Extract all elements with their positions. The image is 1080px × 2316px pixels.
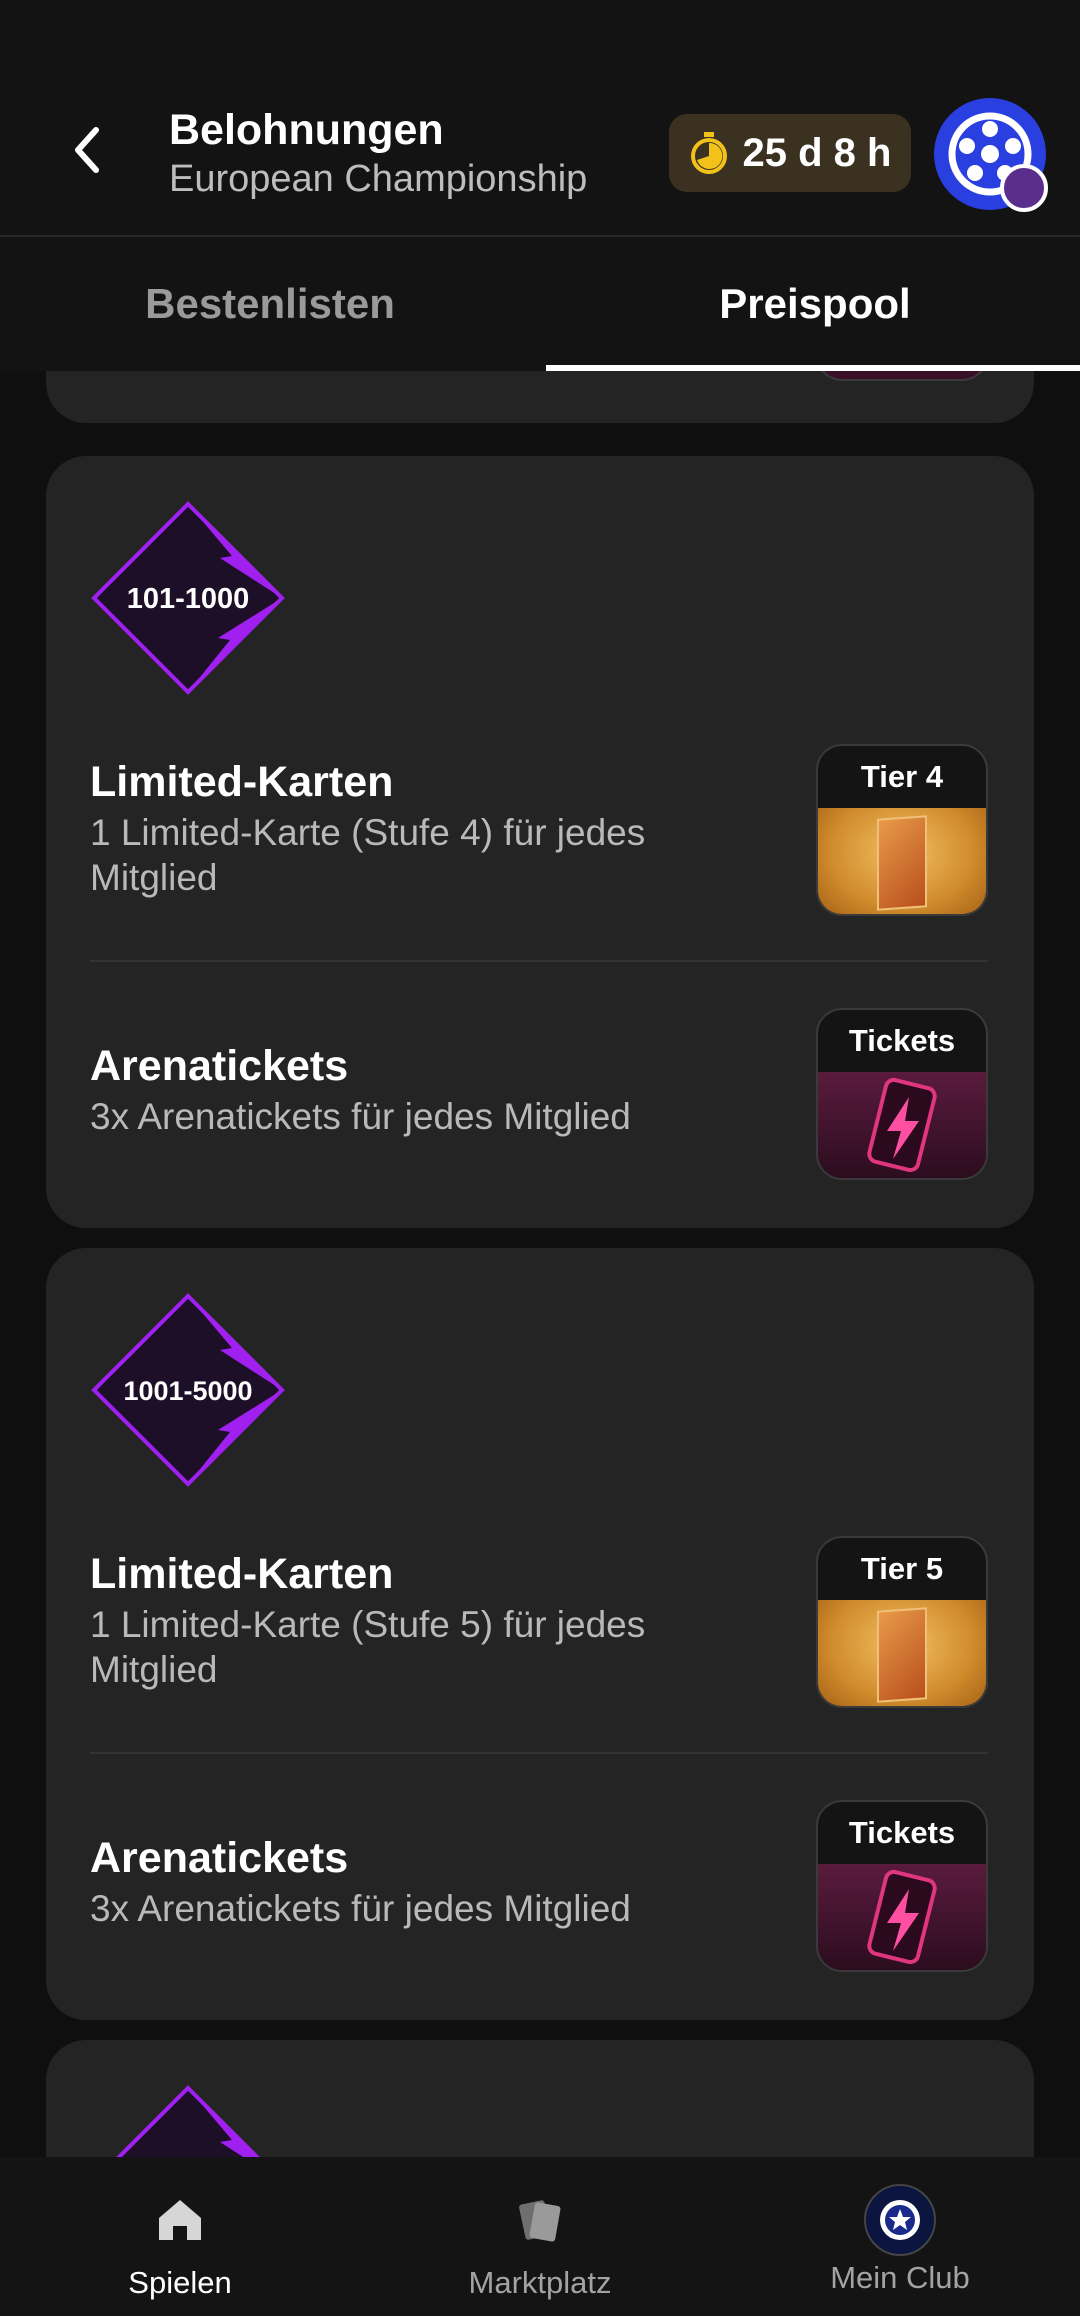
reward-row: Arenatickets 3x Arenatickets für jedes M…: [90, 1008, 988, 1180]
reward-description: 1 Limited-Karte (Stufe 5) für jedes Mitg…: [90, 1604, 646, 1690]
rank-label: 1001-5000: [123, 1376, 252, 1406]
reward-thumbnail[interactable]: Tier 5: [816, 1536, 988, 1708]
reward-badge: Tickets: [818, 1010, 986, 1072]
rank-diamond-icon: 101-1000: [91, 501, 285, 695]
nav-label: Spielen: [128, 2265, 232, 2300]
rank-diamond-icon: [116, 2085, 260, 2157]
tier-card: 1001-5000 Limited-Karten 1 Limited-Karte…: [46, 1248, 1034, 2020]
chevron-left-icon: [75, 127, 99, 173]
nav-mein-club[interactable]: Mein Club: [720, 2157, 1080, 2316]
nav-label: Marktplatz: [468, 2265, 612, 2300]
arena-ticket-image: [818, 1072, 986, 1178]
reward-badge: Tier 4: [818, 746, 986, 808]
tab-preispool[interactable]: Preispool: [545, 237, 1080, 371]
reward-row: Limited-Karten 1 Limited-Karte (Stufe 4)…: [90, 744, 988, 916]
reward-thumbnail[interactable]: Tickets: [816, 1008, 988, 1180]
nav-marktplatz[interactable]: Marktplatz: [360, 2157, 720, 2316]
reward-title: Limited-Karten: [90, 758, 394, 806]
reward-thumbnail[interactable]: Tickets: [816, 1800, 988, 1972]
page-title: Belohnungen: [169, 106, 444, 154]
divider: [90, 960, 988, 962]
lightning-ticket-icon: [867, 1869, 937, 1965]
back-button[interactable]: [62, 120, 112, 180]
reward-title: Limited-Karten: [90, 1550, 394, 1598]
countdown-text: 25 d 8 h: [742, 130, 892, 175]
reward-description: 1 Limited-Karte (Stufe 4) für jedes Mitg…: [90, 812, 646, 898]
page-subtitle: European Championship: [169, 158, 588, 200]
reward-thumbnail[interactable]: Tier 4: [816, 744, 988, 916]
cards-icon: [511, 2191, 569, 2249]
ticket-thumbnail-partial: [816, 371, 988, 381]
tab-bar: Bestenlisten Preispool: [0, 235, 1080, 371]
rank-diamond-icon: 1001-5000: [91, 1293, 285, 1487]
bottom-navigation: Spielen Marktplatz Mein Club: [0, 2157, 1080, 2316]
reward-description: 3x Arenatickets für jedes Mitglied: [90, 1096, 631, 1137]
home-icon: [151, 2191, 209, 2249]
limited-card-image: [818, 1600, 986, 1706]
arena-ticket-image: [818, 1864, 986, 1970]
nav-label: Mein Club: [830, 2260, 970, 2295]
lightning-ticket-icon: [867, 1077, 937, 1173]
limited-card-image: [818, 808, 986, 914]
top-app-bar: Belohnungen European Championship 25 d 8…: [0, 0, 1080, 235]
nav-spielen[interactable]: Spielen: [0, 2157, 360, 2316]
stopwatch-icon: [690, 132, 727, 174]
club-crest-icon: [863, 2183, 937, 2257]
tier-card-next: [46, 2040, 1034, 2157]
countdown-badge: 25 d 8 h: [669, 114, 911, 192]
tab-bestenlisten[interactable]: Bestenlisten: [0, 237, 540, 371]
reward-badge: Tickets: [818, 1802, 986, 1864]
divider: [90, 1752, 988, 1754]
tier-card: 101-1000 Limited-Karten 1 Limited-Karte …: [46, 456, 1034, 1228]
reward-title: Arenatickets: [90, 1042, 349, 1090]
reward-row: Arenatickets 3x Arenatickets für jedes M…: [90, 1800, 988, 1972]
tier-card-previous: [46, 371, 1034, 423]
reward-row: Limited-Karten 1 Limited-Karte (Stufe 5)…: [90, 1536, 988, 1708]
club-badge-icon: [1000, 164, 1048, 212]
rank-label: 101-1000: [127, 583, 250, 615]
reward-description: 3x Arenatickets für jedes Mitglied: [90, 1888, 631, 1929]
prize-pool-list[interactable]: 101-1000 Limited-Karten 1 Limited-Karte …: [0, 371, 1080, 2157]
reward-title: Arenatickets: [90, 1834, 349, 1882]
reward-badge: Tier 5: [818, 1538, 986, 1600]
